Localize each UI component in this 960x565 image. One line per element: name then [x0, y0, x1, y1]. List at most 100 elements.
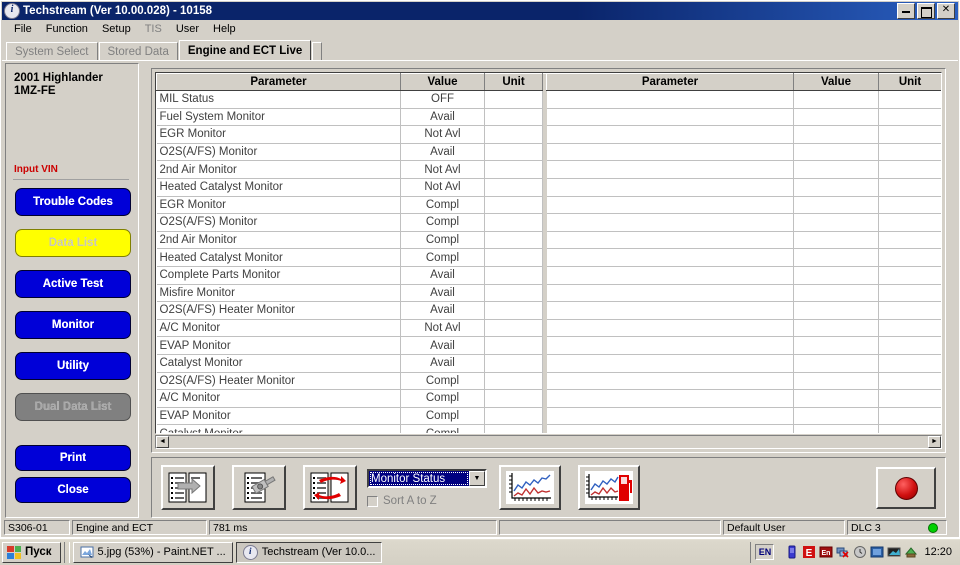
col-value-right[interactable]: Value — [793, 73, 879, 91]
col-value-left[interactable]: Value — [400, 73, 485, 91]
data-grid[interactable]: Parameter Value Unit Parameter Value Uni… — [155, 72, 942, 434]
table-row[interactable]: O2S(A/FS) Heater Monitor Compl — [156, 372, 941, 391]
utility-button[interactable]: Utility — [15, 352, 131, 380]
sort-a-to-z-row[interactable]: Sort A to Z — [367, 495, 437, 507]
scroll-left-arrow[interactable]: ◄ — [156, 436, 169, 448]
graph-snapshot-button[interactable] — [578, 465, 640, 510]
monitor-icon[interactable] — [887, 545, 901, 559]
update-icon[interactable] — [904, 545, 918, 559]
dual-data-list-button: Dual Data List — [15, 393, 131, 421]
chevron-down-icon[interactable]: ▼ — [469, 471, 485, 486]
graph-view-icon — [506, 471, 554, 504]
scrollbar-track[interactable] — [169, 436, 928, 448]
print-button[interactable]: Print — [15, 445, 131, 471]
trouble-codes-button[interactable]: Trouble Codes — [15, 188, 131, 216]
table-row[interactable]: Heated Catalyst Monitor Compl — [156, 248, 941, 267]
sort-a-to-z-checkbox[interactable] — [367, 495, 378, 507]
taskbar-item-techstream[interactable]: i Techstream (Ver 10.0... — [235, 541, 383, 563]
table-row[interactable]: EGR Monitor Not Avl — [156, 125, 941, 144]
parameter-group-dropdown[interactable]: Monitor Status ▼ — [367, 469, 487, 488]
taskbar-item-label: 5.jpg (53%) - Paint.NET ... — [97, 546, 226, 558]
close-button[interactable]: ✕ — [937, 3, 955, 19]
cell-value — [793, 336, 879, 355]
table-row[interactable]: O2S(A/FS) Monitor Avail — [156, 143, 941, 162]
tab-system-select[interactable]: System Select — [6, 42, 98, 61]
taskbar-clock[interactable]: 12:20 — [921, 546, 956, 558]
table-row[interactable]: Catalyst Monitor Compl — [156, 424, 941, 433]
cell-parameter — [546, 266, 794, 285]
menu-item-user[interactable]: User — [169, 22, 206, 36]
input-vin-label[interactable]: Input VIN — [14, 164, 58, 175]
status-code: S306-01 — [4, 520, 70, 535]
table-row[interactable]: Complete Parts Monitor Avail — [156, 266, 941, 285]
table-row[interactable]: EGR Monitor Compl — [156, 196, 941, 215]
tab-engine-and-ect-live[interactable]: Engine and ECT Live — [178, 40, 312, 61]
status-timing: 781 ms — [209, 520, 497, 535]
table-row[interactable]: Heated Catalyst Monitor Not Avl — [156, 178, 941, 197]
close-sidebar-button[interactable]: Close — [15, 477, 131, 503]
minimize-button[interactable] — [897, 3, 915, 19]
cell-unit — [878, 389, 941, 408]
windows-flag-icon — [7, 545, 21, 559]
record-button[interactable] — [876, 467, 936, 509]
table-row[interactable]: Fuel System Monitor Avail — [156, 108, 941, 127]
graph-view-button[interactable] — [499, 465, 561, 510]
start-button[interactable]: Пуск — [2, 541, 61, 563]
cell-unit — [484, 407, 543, 426]
cell-value: Avail — [400, 354, 485, 373]
table-row[interactable]: O2S(A/FS) Heater Monitor Avail — [156, 301, 941, 320]
horizontal-scrollbar[interactable]: ◄ ► — [155, 435, 942, 449]
table-row[interactable]: 2nd Air Monitor Not Avl — [156, 160, 941, 179]
active-test-button[interactable]: Active Test — [15, 270, 131, 298]
menu-item-setup[interactable]: Setup — [95, 22, 138, 36]
menu-item-help[interactable]: Help — [206, 22, 243, 36]
cell-value: Compl — [400, 424, 485, 433]
language-bar-icon[interactable]: En — [819, 545, 833, 559]
tab-underline — [2, 60, 958, 61]
cell-value: Avail — [400, 284, 485, 303]
select-list-item-button[interactable] — [232, 465, 286, 510]
data-list-button[interactable]: Data List — [15, 229, 131, 257]
cell-unit — [484, 389, 543, 408]
table-row[interactable]: EVAP Monitor Avail — [156, 336, 941, 355]
table-row[interactable]: MIL Status OFF — [156, 90, 941, 109]
cell-unit — [878, 372, 941, 391]
col-parameter-left[interactable]: Parameter — [156, 73, 401, 91]
tab-stored-data[interactable]: Stored Data — [98, 42, 178, 61]
col-unit-left[interactable]: Unit — [484, 73, 543, 91]
move-to-right-list-button[interactable] — [161, 465, 215, 510]
table-row[interactable]: O2S(A/FS) Monitor Compl — [156, 213, 941, 232]
dropdown-selected-value[interactable]: Monitor Status — [369, 471, 469, 486]
clock-tool-icon[interactable] — [853, 545, 867, 559]
cell-unit — [878, 231, 941, 250]
cell-value: Compl — [400, 372, 485, 391]
table-row[interactable]: 2nd Air Monitor Compl — [156, 231, 941, 250]
table-row[interactable]: Misfire Monitor Avail — [156, 284, 941, 303]
battery-icon[interactable] — [785, 545, 799, 559]
menu-item-function[interactable]: Function — [39, 22, 95, 36]
table-row[interactable]: Catalyst Monitor Avail — [156, 354, 941, 373]
cell-unit — [878, 301, 941, 320]
tab-strip-filler — [312, 42, 323, 61]
menu-item-file[interactable]: File — [7, 22, 39, 36]
cell-parameter — [546, 336, 794, 355]
table-row[interactable]: A/C Monitor Not Avl — [156, 319, 941, 338]
col-unit-right[interactable]: Unit — [878, 73, 941, 91]
cell-value — [793, 160, 879, 179]
sidebar: 2001 Highlander 1MZ-FE Input VIN Trouble… — [5, 63, 139, 518]
monitor-button[interactable]: Monitor — [15, 311, 131, 339]
display-icon[interactable] — [870, 545, 884, 559]
table-row[interactable]: A/C Monitor Compl — [156, 389, 941, 408]
scroll-right-arrow[interactable]: ► — [928, 436, 941, 448]
table-row[interactable]: EVAP Monitor Compl — [156, 407, 941, 426]
swap-lists-button[interactable] — [303, 465, 357, 510]
cell-parameter: EGR Monitor — [156, 196, 401, 215]
taskbar-item-paintnet[interactable]: 5.jpg (53%) - Paint.NET ... — [72, 541, 233, 563]
network-disconnected-icon[interactable] — [836, 545, 850, 559]
language-indicator[interactable]: EN — [755, 544, 775, 560]
status-user: Default User — [723, 520, 845, 535]
col-parameter-right[interactable]: Parameter — [546, 73, 794, 91]
excel-icon[interactable]: E — [802, 545, 816, 559]
cell-parameter — [546, 284, 794, 303]
maximize-button[interactable] — [917, 3, 935, 19]
